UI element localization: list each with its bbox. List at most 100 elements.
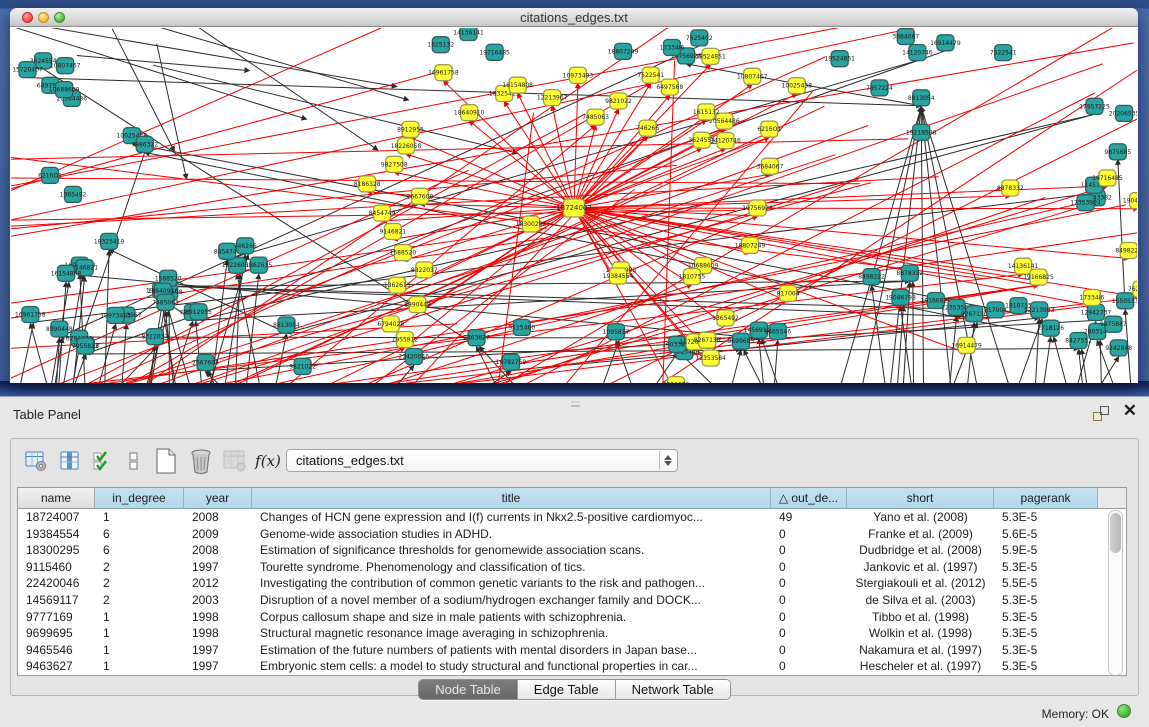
cell-out_degree: 0	[771, 592, 847, 609]
graph-edge[interactable]	[1100, 357, 1119, 383]
cell-year: 1998	[184, 609, 252, 626]
cell-in_degree: 1	[95, 609, 184, 626]
graph-edge[interactable]	[574, 186, 1107, 208]
graph-node-label: 19524851	[695, 53, 726, 60]
table-settings-icon[interactable]	[23, 448, 49, 474]
graph-node-label: 17957225	[1079, 103, 1110, 110]
column-header-in_degree[interactable]: in_degree	[95, 488, 184, 509]
graph-node-label: 1362615	[384, 282, 411, 289]
cell-title: Embryonic stem cells: a model to study s…	[252, 658, 771, 675]
select-rows-icon[interactable]	[90, 448, 116, 474]
graph-node-label: 1615132	[427, 42, 454, 49]
graph-edge[interactable]	[574, 94, 797, 208]
panel-resize-grip[interactable]	[571, 401, 580, 407]
graph-node-label: 18807249	[608, 48, 639, 55]
table-row[interactable]: 1830029562008Estimation of significance …	[18, 542, 1126, 559]
graph-edge[interactable]	[30, 324, 47, 384]
column-header-year[interactable]: year	[184, 488, 252, 509]
function-builder-icon[interactable]: f(x)	[255, 448, 281, 474]
table-row[interactable]: 977716911998Corpus callosum shape and si…	[18, 609, 1126, 626]
graph-edge[interactable]	[744, 350, 762, 383]
graph-node-label: 7485063	[582, 114, 609, 121]
graph-node-label: 7857224	[866, 85, 893, 92]
cell-title: Tourette syndrome. Phenomenology and cla…	[252, 559, 771, 576]
column-header-title[interactable]: title	[252, 488, 771, 509]
graph-edge[interactable]	[774, 341, 778, 384]
node-table: namein_degreeyeartitle△ out_de...shortpa…	[17, 487, 1127, 676]
graph-node-label: 8813054	[908, 95, 935, 102]
column-header-short[interactable]: short	[847, 488, 994, 509]
cell-in_degree: 6	[95, 526, 184, 543]
tab-edge-table[interactable]: Edge Table	[518, 680, 616, 699]
table-row[interactable]: 946554611997Estimation of the future num…	[18, 642, 1126, 659]
cell-title: Corpus callosum shape and size in male p…	[252, 609, 771, 626]
column-header-pagerank[interactable]: pagerank	[994, 488, 1098, 509]
graph-edge[interactable]	[759, 339, 764, 383]
row-height-icon[interactable]	[121, 448, 147, 474]
cell-pagerank: 5.3E-5	[994, 658, 1098, 675]
network-desktop: citations_edges.txt 16033809881305419218…	[0, 0, 1149, 396]
network-window: citations_edges.txt 16033809881305419218…	[10, 8, 1138, 383]
cell-name: 19384554	[18, 526, 95, 543]
graph-edge[interactable]	[504, 102, 574, 209]
graph-edge[interactable]	[841, 107, 922, 383]
graph-node-label: 12213967	[537, 95, 568, 102]
close-panel-icon[interactable]: ✕	[1123, 402, 1137, 420]
graph-edge[interactable]	[185, 28, 377, 150]
table-toolbar: f(x) citations_edges.txt	[11, 439, 1138, 483]
network-graph-canvas[interactable]: 1603380988130541921859678572248912955182…	[11, 28, 1137, 383]
table-row[interactable]: 1938455462009Genome-wide association stu…	[18, 526, 1126, 543]
graph-node-label: 16961758	[15, 312, 46, 319]
cell-out_degree: 0	[771, 559, 847, 576]
table-row[interactable]: 911546021997Tourette syndrome. Phenomeno…	[18, 559, 1126, 576]
float-panel-icon[interactable]	[1093, 406, 1109, 421]
graph-edge[interactable]	[574, 196, 1010, 208]
tab-network-table[interactable]: Network Table	[616, 680, 730, 699]
table-selector-dropdown[interactable]: citations_edges.txt	[286, 449, 678, 472]
graph-node-label: 12213983	[1024, 307, 1055, 314]
table-row[interactable]: 1456911722003Disruption of a novel membe…	[18, 592, 1126, 609]
graph-node-label: 9827508	[381, 161, 408, 168]
cell-in_degree: 1	[95, 625, 184, 642]
graph-node-label: 1362615	[245, 262, 272, 269]
table-scrollbar-thumb[interactable]	[1110, 513, 1121, 553]
graph-node-label: 7625402	[1128, 286, 1137, 293]
table-scrollbar[interactable]	[1108, 510, 1123, 676]
graph-edge[interactable]	[1044, 337, 1051, 383]
graph-node-label: 7522541	[637, 72, 664, 79]
delete-table-icon[interactable]	[188, 448, 214, 474]
graph-edge[interactable]	[11, 28, 393, 201]
column-header-name[interactable]: name	[18, 488, 95, 509]
cell-in_degree: 2	[95, 592, 184, 609]
cell-pagerank: 5.3E-5	[994, 625, 1098, 642]
table-row[interactable]: 946362711997Embryonic stem cells: a mode…	[18, 658, 1126, 675]
graph-edge[interactable]	[1100, 341, 1101, 384]
memory-ok-indicator[interactable]	[1117, 704, 1131, 718]
column-header-out_de[interactable]: △ out_de...	[771, 488, 847, 509]
graph-edge[interactable]	[574, 208, 1092, 306]
graph-edge[interactable]	[80, 274, 85, 383]
graph-node-label: 746266	[234, 243, 257, 250]
table-tabs: Node Table Edge Table Network Table	[11, 679, 1138, 700]
table-row[interactable]: 2242004622012Investigating the contribut…	[18, 575, 1126, 592]
show-columns-icon[interactable]	[57, 448, 83, 474]
graph-edge[interactable]	[179, 64, 1102, 383]
graph-edge[interactable]	[439, 186, 1108, 383]
graph-edge[interactable]	[574, 208, 1137, 209]
graph-edge[interactable]	[574, 208, 1129, 259]
tab-node-table[interactable]: Node Table	[419, 680, 518, 699]
graph-node-label: 7986322	[131, 141, 158, 148]
graph-node-label: 22420046	[399, 354, 430, 361]
graph-edge[interactable]	[77, 56, 250, 71]
graph-node-label: 8322037	[411, 267, 438, 274]
table-row[interactable]: 1872400712008Changes of HCN gene express…	[18, 509, 1126, 526]
graph-node-label: 14120746	[902, 50, 933, 57]
graph-edge[interactable]	[11, 28, 306, 119]
graph-edge[interactable]	[732, 350, 741, 383]
new-table-icon[interactable]	[153, 448, 179, 474]
graph-node-label: 8498222	[858, 274, 885, 281]
graph-edge[interactable]	[20, 324, 33, 384]
table-row[interactable]: 969969511998Structural magnetic resonanc…	[18, 625, 1126, 642]
table-selector-value: citations_edges.txt	[296, 453, 404, 468]
network-window-titlebar[interactable]: citations_edges.txt	[10, 8, 1138, 27]
